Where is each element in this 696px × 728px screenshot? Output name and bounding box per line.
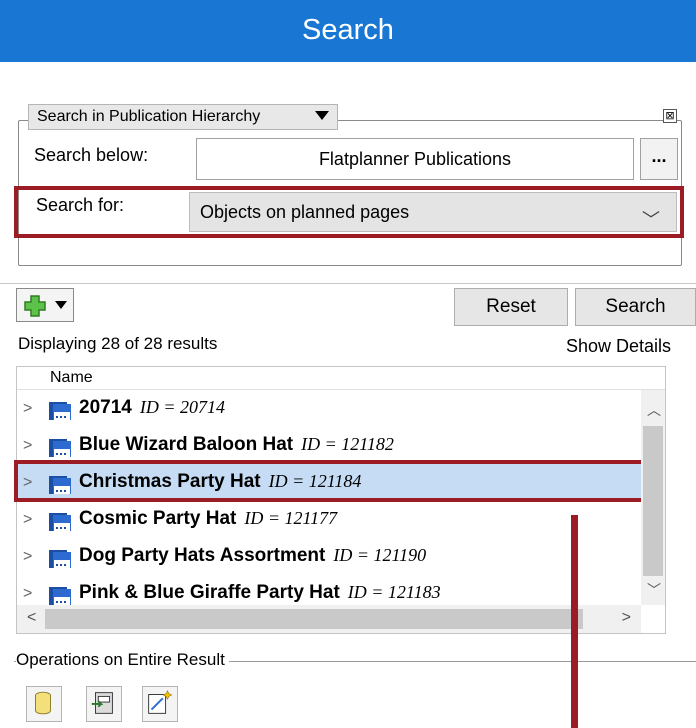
item-name: 20714 [79,397,132,418]
expand-chevron-icon[interactable]: > [23,548,32,566]
item-id: ID = 20714 [139,397,225,417]
search-for-value: Objects on planned pages [200,202,410,222]
scroll-down-icon[interactable]: ﹀ [647,580,661,600]
object-icon [49,587,71,605]
list-item[interactable]: > Blue Wizard Baloon Hat ID = 121182 [17,427,641,465]
list-item[interactable]: > 20714 ID = 20714 [17,390,641,428]
item-id: ID = 121177 [244,508,338,528]
scroll-right-icon[interactable]: > [622,609,631,627]
wizard-icon [148,690,173,714]
export-icon [91,692,113,714]
results-summary: Displaying 28 of 28 results [18,334,218,353]
chevron-down-icon: ﹀ [642,210,660,230]
scroll-thumb[interactable] [643,426,663,576]
scope-dropdown[interactable]: Search in Publication Hierarchy [28,104,338,130]
dropdown-arrow-icon [315,111,329,120]
object-icon [49,439,71,457]
database-button[interactable] [26,686,62,722]
scroll-thumb[interactable] [45,609,583,629]
list-item[interactable]: > Dog Party Hats Assortment ID = 121190 [17,538,641,576]
search-below-field[interactable]: Flatplanner Publications [196,138,634,180]
expand-chevron-icon[interactable]: > [23,511,32,529]
annotation-arrow [571,515,578,728]
item-name: Christmas Party Hat [79,471,261,492]
search-for-select[interactable]: Objects on planned pages ﹀ [189,192,677,232]
scroll-left-icon[interactable]: < [27,609,36,627]
item-name: Blue Wizard Baloon Hat [79,434,294,455]
object-icon [49,550,71,568]
divider [0,283,696,284]
scroll-up-icon[interactable]: ︿ [647,400,661,420]
item-name: Pink & Blue Giraffe Party Hat [79,582,340,603]
reset-button[interactable]: Reset [454,288,568,326]
column-header-name[interactable]: Name [50,369,93,387]
item-id: ID = 121183 [347,582,441,602]
expand-chevron-icon[interactable]: > [23,474,32,492]
list-item[interactable]: > Pink & Blue Giraffe Party Hat ID = 1211… [17,575,641,605]
object-icon [49,402,71,420]
dropdown-arrow-icon [55,301,67,309]
item-name: Dog Party Hats Assortment [79,545,326,566]
close-group-button[interactable]: ⊠ [663,109,677,123]
database-icon [35,691,51,715]
item-name: Cosmic Party Hat [79,508,237,529]
scope-dropdown-label: Search in Publication Hierarchy [37,108,261,125]
browse-button[interactable]: ... [640,138,678,180]
export-button[interactable] [86,686,122,722]
show-details-link[interactable]: Show Details [566,336,671,357]
horizontal-scrollbar[interactable]: < > [17,605,641,633]
add-plus-icon [24,295,46,317]
expand-chevron-icon[interactable]: > [23,437,32,455]
object-icon [49,476,71,494]
panel-title: Search [302,14,394,46]
object-icon [49,513,71,531]
add-criteria-button[interactable] [16,288,74,322]
expand-chevron-icon[interactable]: > [23,585,32,603]
panel-title-bar: Search [0,0,696,62]
item-id: ID = 121190 [333,545,427,565]
search-for-label: Search for: [36,195,125,215]
list-item-selected[interactable]: > Christmas Party Hat ID = 121184 [17,464,641,502]
vertical-scrollbar[interactable]: ︿ ﹀ [641,390,665,605]
item-id: ID = 121182 [301,434,394,454]
wizard-button[interactable] [142,686,178,722]
search-below-label: Search below: [34,145,149,165]
expand-chevron-icon[interactable]: > [23,400,32,418]
item-id: ID = 121184 [268,471,362,491]
search-button[interactable]: Search [575,288,696,326]
list-item[interactable]: > Cosmic Party Hat ID = 121177 [17,501,641,539]
operations-label: Operations on Entire Result [16,650,229,670]
